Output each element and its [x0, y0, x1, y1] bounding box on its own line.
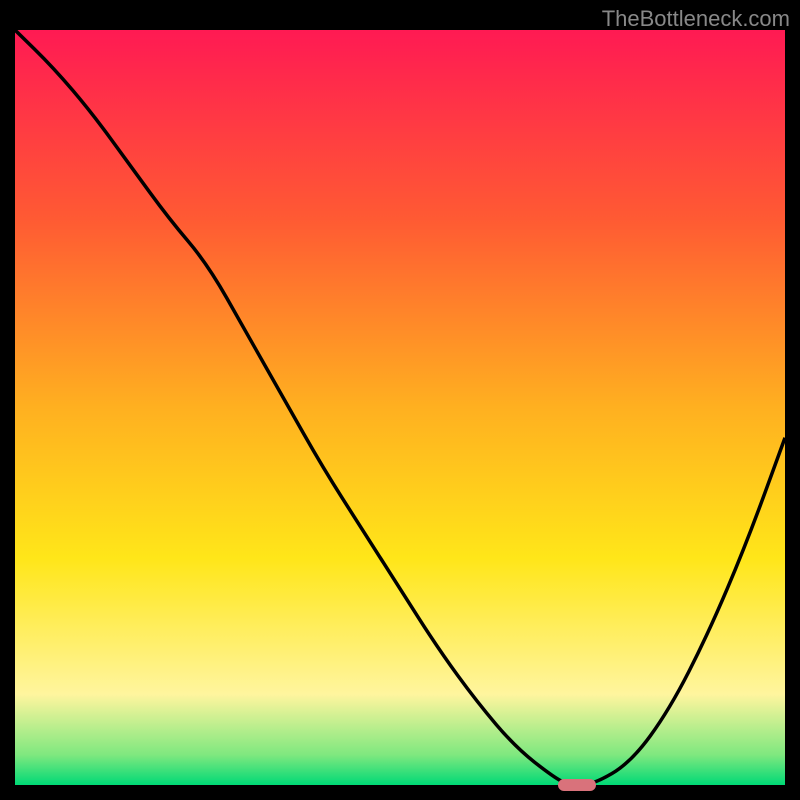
optimal-marker: [558, 779, 597, 790]
watermark-text: TheBottleneck.com: [602, 6, 790, 32]
plot-area: [15, 30, 785, 785]
gradient-background: [15, 30, 785, 785]
chart-frame: [15, 30, 785, 785]
